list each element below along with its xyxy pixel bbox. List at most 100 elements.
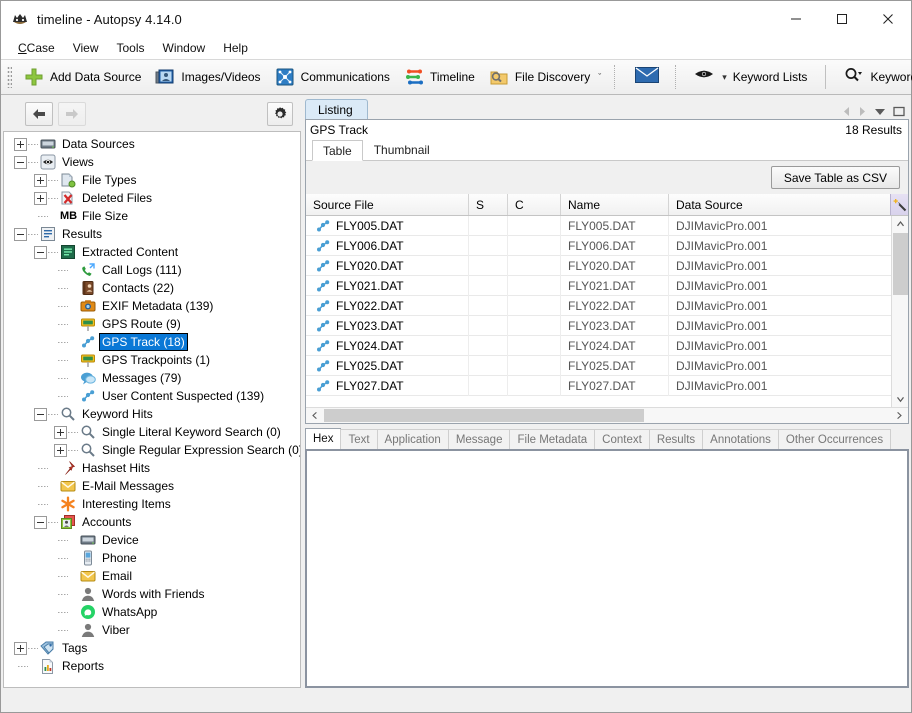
tree-expander[interactable] bbox=[34, 516, 47, 529]
viewer-tab-results[interactable]: Results bbox=[649, 429, 703, 449]
tree-item-file-types[interactable]: File Types bbox=[4, 171, 300, 189]
chevron-down-icon[interactable]: ˇ bbox=[598, 72, 601, 82]
viewer-tab-context[interactable]: Context bbox=[594, 429, 650, 449]
tree-expander[interactable] bbox=[34, 408, 47, 421]
keyword-search-button[interactable]: Keyword Search bbox=[832, 62, 912, 92]
keyword-lists-button[interactable]: ▾ Keyword Lists bbox=[682, 62, 819, 92]
tree-item-user-content-suspected-139[interactable]: User Content Suspected (139) bbox=[4, 387, 300, 405]
forward-button[interactable] bbox=[58, 102, 86, 126]
viewer-tab-hex[interactable]: Hex bbox=[305, 428, 341, 449]
add-data-source-button[interactable]: Add Data Source bbox=[17, 62, 148, 92]
menu-window[interactable]: Window bbox=[154, 39, 215, 57]
tree-item-reports[interactable]: Reports bbox=[4, 657, 300, 675]
table-rows[interactable]: FLY005.DATFLY005.DATDJIMavicPro.001FLY00… bbox=[306, 216, 891, 407]
scroll-right-icon[interactable] bbox=[858, 106, 867, 117]
tree-item-interesting-items[interactable]: Interesting Items bbox=[4, 495, 300, 513]
column-header-source-file[interactable]: Source File bbox=[306, 194, 469, 215]
directory-tree[interactable]: Data SourcesViewsFile TypesDeleted Files… bbox=[3, 131, 301, 688]
images-videos-button[interactable]: Images/Videos bbox=[148, 62, 267, 92]
save-table-as-csv-button[interactable]: Save Table as CSV bbox=[771, 166, 900, 189]
tree-item-results[interactable]: Results bbox=[4, 225, 300, 243]
viewer-tab-annotations[interactable]: Annotations bbox=[702, 429, 779, 449]
menu-case[interactable]: CCase bbox=[9, 39, 64, 57]
tree-item-contacts-22[interactable]: Contacts (22) bbox=[4, 279, 300, 297]
tree-item-keyword-hits[interactable]: Keyword Hits bbox=[4, 405, 300, 423]
tab-thumbnail[interactable]: Thumbnail bbox=[363, 139, 441, 160]
column-header-name[interactable]: Name bbox=[561, 194, 669, 215]
close-button[interactable] bbox=[865, 1, 911, 37]
tree-expander[interactable] bbox=[34, 192, 47, 205]
back-button[interactable] bbox=[25, 102, 53, 126]
tree-item-gps-trackpoints-1[interactable]: GPS Trackpoints (1) bbox=[4, 351, 300, 369]
tree-item-file-size[interactable]: MBFile Size bbox=[4, 207, 300, 225]
tree-item-messages-79[interactable]: Messages (79) bbox=[4, 369, 300, 387]
tab-list-dropdown-icon[interactable] bbox=[874, 106, 886, 117]
tree-item-single-regular-expression-search-0[interactable]: Single Regular Expression Search (0) bbox=[4, 441, 300, 459]
table-row[interactable]: FLY021.DATFLY021.DATDJIMavicPro.001 bbox=[306, 276, 891, 296]
scroll-left-icon[interactable] bbox=[842, 106, 851, 117]
maximize-panel-icon[interactable] bbox=[893, 106, 905, 117]
tree-item-gps-route-9[interactable]: GPS Route (9) bbox=[4, 315, 300, 333]
tree-item-accounts[interactable]: Accounts bbox=[4, 513, 300, 531]
tree-expander[interactable] bbox=[14, 138, 27, 151]
tree-item-device[interactable]: Device bbox=[4, 531, 300, 549]
column-header-c[interactable]: C bbox=[508, 194, 561, 215]
table-row[interactable]: FLY027.DATFLY027.DATDJIMavicPro.001 bbox=[306, 376, 891, 396]
scroll-left-arrow-icon[interactable] bbox=[306, 408, 322, 424]
tree-expander[interactable] bbox=[34, 246, 47, 259]
tab-listing[interactable]: Listing bbox=[305, 99, 368, 119]
tree-item-e-mail-messages[interactable]: E-Mail Messages bbox=[4, 477, 300, 495]
tree-item-hashset-hits[interactable]: Hashset Hits bbox=[4, 459, 300, 477]
viewer-tab-text[interactable]: Text bbox=[340, 429, 377, 449]
column-chooser-icon[interactable] bbox=[890, 194, 908, 215]
timeline-button[interactable]: Timeline bbox=[397, 62, 482, 92]
table-horizontal-scrollbar[interactable] bbox=[306, 407, 908, 423]
horizontal-scroll-thumb[interactable] bbox=[324, 409, 644, 422]
tree-item-tags[interactable]: Tags bbox=[4, 639, 300, 657]
tree-item-viber[interactable]: Viber bbox=[4, 621, 300, 639]
table-row[interactable]: FLY025.DATFLY025.DATDJIMavicPro.001 bbox=[306, 356, 891, 376]
viewer-tab-application[interactable]: Application bbox=[377, 429, 449, 449]
tree-item-phone[interactable]: Phone bbox=[4, 549, 300, 567]
tree-item-email[interactable]: Email bbox=[4, 567, 300, 585]
vertical-scroll-thumb[interactable] bbox=[893, 233, 908, 295]
maximize-button[interactable] bbox=[819, 1, 865, 37]
communications-button[interactable]: Communications bbox=[268, 62, 397, 92]
scroll-up-icon[interactable] bbox=[892, 216, 909, 231]
viewer-tab-message[interactable]: Message bbox=[448, 429, 511, 449]
horizontal-scroll-track[interactable] bbox=[322, 408, 892, 424]
tree-expander[interactable] bbox=[54, 444, 67, 457]
tree-item-extracted-content[interactable]: Extracted Content bbox=[4, 243, 300, 261]
minimize-button[interactable] bbox=[773, 1, 819, 37]
tree-item-whatsapp[interactable]: WhatsApp bbox=[4, 603, 300, 621]
column-header-data-source[interactable]: Data Source bbox=[669, 194, 890, 215]
scroll-down-icon[interactable] bbox=[892, 392, 909, 407]
tree-item-views[interactable]: Views bbox=[4, 153, 300, 171]
tree-item-data-sources[interactable]: Data Sources bbox=[4, 135, 300, 153]
scroll-right-arrow-icon[interactable] bbox=[892, 408, 908, 424]
email-messages-button[interactable] bbox=[621, 62, 669, 92]
tree-expander[interactable] bbox=[14, 642, 27, 655]
menu-view[interactable]: View bbox=[64, 39, 108, 57]
table-row[interactable]: FLY022.DATFLY022.DATDJIMavicPro.001 bbox=[306, 296, 891, 316]
column-header-s[interactable]: S bbox=[469, 194, 508, 215]
tree-settings-button[interactable] bbox=[267, 102, 293, 126]
menu-help[interactable]: Help bbox=[214, 39, 257, 57]
table-row[interactable]: FLY023.DATFLY023.DATDJIMavicPro.001 bbox=[306, 316, 891, 336]
tree-item-single-literal-keyword-search-0[interactable]: Single Literal Keyword Search (0) bbox=[4, 423, 300, 441]
viewer-tab-other-occurrences[interactable]: Other Occurrences bbox=[778, 429, 891, 449]
tree-expander[interactable] bbox=[14, 228, 27, 241]
tree-expander[interactable] bbox=[54, 426, 67, 439]
file-discovery-button[interactable]: File Discovery ˇ bbox=[482, 62, 608, 92]
table-row[interactable]: FLY006.DATFLY006.DATDJIMavicPro.001 bbox=[306, 236, 891, 256]
tree-item-words-with-friends[interactable]: Words with Friends bbox=[4, 585, 300, 603]
tab-table[interactable]: Table bbox=[312, 140, 363, 161]
viewer-tab-file-metadata[interactable]: File Metadata bbox=[509, 429, 595, 449]
tree-item-deleted-files[interactable]: Deleted Files bbox=[4, 189, 300, 207]
tree-item-gps-track-18[interactable]: GPS Track (18) bbox=[4, 333, 300, 351]
toolbar-grip[interactable] bbox=[7, 66, 12, 88]
chevron-down-icon-2[interactable]: ▾ bbox=[722, 72, 727, 83]
table-row[interactable]: FLY024.DATFLY024.DATDJIMavicPro.001 bbox=[306, 336, 891, 356]
tree-item-call-logs-111[interactable]: Call Logs (111) bbox=[4, 261, 300, 279]
table-row[interactable]: FLY005.DATFLY005.DATDJIMavicPro.001 bbox=[306, 216, 891, 236]
